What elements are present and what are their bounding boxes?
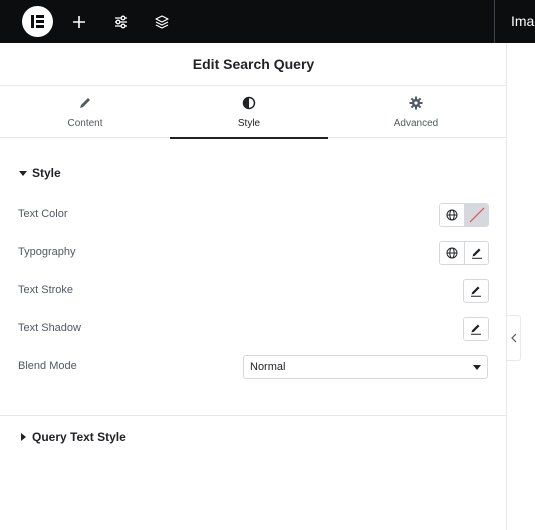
text-shadow-control	[463, 317, 489, 341]
gear-icon	[409, 96, 423, 110]
typography-label: Typography	[18, 246, 76, 258]
panel-header: Edit Search Query	[0, 43, 507, 86]
pencil-icon	[471, 248, 482, 259]
caret-down-icon	[19, 171, 27, 176]
chevron-left-icon	[510, 333, 516, 343]
caret-right-icon	[21, 433, 26, 441]
globe-icon	[446, 209, 458, 221]
pencil-icon	[471, 286, 481, 297]
text-stroke-label: Text Stroke	[18, 284, 74, 296]
pencil-icon	[80, 98, 90, 108]
chevron-down-icon	[473, 365, 481, 370]
structure-button[interactable]	[151, 11, 173, 33]
panel-title: Edit Search Query	[192, 56, 315, 72]
top-bar: Imag	[0, 0, 535, 43]
preview-area	[508, 43, 535, 530]
layers-icon	[155, 15, 169, 29]
text-shadow-label: Text Shadow	[18, 322, 81, 334]
plus-icon	[73, 16, 85, 28]
style-section-title: Style	[32, 166, 61, 180]
typography-edit-button[interactable]	[464, 242, 488, 264]
blend-mode-value: Normal	[250, 361, 286, 373]
topbar-divider	[494, 0, 495, 43]
topbar-right-label[interactable]: Imag	[511, 13, 535, 29]
style-section-toggle[interactable]: Style	[18, 166, 61, 180]
site-settings-button[interactable]	[110, 11, 132, 33]
no-color-slash-icon	[469, 207, 484, 223]
panel-tabs: Content Style Advanced	[0, 86, 507, 139]
text-stroke-control	[463, 279, 489, 303]
tab-style-label: Style	[237, 118, 261, 129]
text-color-label: Text Color	[18, 208, 68, 220]
text-shadow-edit-button[interactable]	[464, 318, 488, 340]
text-color-control	[439, 203, 489, 227]
pencil-icon	[471, 324, 481, 335]
globe-icon	[446, 247, 458, 259]
tab-advanced[interactable]: Advanced	[337, 86, 495, 138]
section-divider	[0, 415, 507, 416]
half-circle-icon	[242, 96, 256, 110]
editor-panel: Edit Search Query Content Style Advanced	[0, 43, 507, 530]
elementor-logo[interactable]	[22, 6, 53, 37]
query-section-toggle[interactable]: Query Text Style	[18, 430, 126, 444]
tab-content[interactable]: Content	[6, 86, 164, 138]
query-section-title: Query Text Style	[32, 430, 126, 444]
collapse-panel-button[interactable]	[507, 315, 521, 361]
blend-mode-select[interactable]: Normal	[243, 355, 488, 379]
text-stroke-edit-button[interactable]	[464, 280, 488, 302]
tab-content-label: Content	[67, 118, 103, 129]
typography-control	[439, 241, 489, 265]
tab-advanced-label: Advanced	[393, 118, 439, 129]
sliders-icon	[115, 15, 127, 29]
add-element-button[interactable]	[68, 11, 90, 33]
global-colors-button[interactable]	[440, 204, 464, 226]
global-fonts-button[interactable]	[440, 242, 464, 264]
tab-style[interactable]: Style	[170, 86, 328, 139]
color-picker-button[interactable]	[464, 204, 488, 226]
blend-mode-label: Blend Mode	[18, 360, 77, 372]
